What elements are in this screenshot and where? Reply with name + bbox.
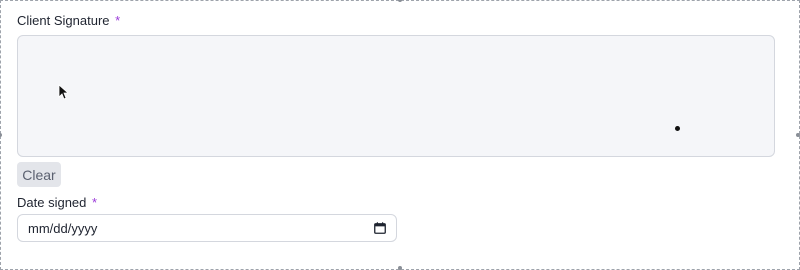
date-signed-input[interactable]: mm/dd/yyyy bbox=[17, 214, 397, 242]
signature-label: Client Signature * bbox=[17, 13, 120, 29]
signature-pad[interactable] bbox=[17, 35, 775, 157]
signature-ink-dot bbox=[675, 126, 680, 131]
resize-handle-left[interactable] bbox=[0, 133, 2, 137]
date-required-mark: * bbox=[92, 195, 98, 210]
cursor-arrow-icon bbox=[58, 84, 68, 100]
resize-handle-bottom[interactable] bbox=[398, 266, 402, 270]
signature-required-mark: * bbox=[115, 13, 121, 28]
clear-signature-button[interactable]: Clear bbox=[17, 162, 61, 187]
date-signed-label-text: Date signed bbox=[17, 195, 87, 210]
signature-label-text: Client Signature bbox=[17, 13, 110, 28]
date-value: mm/dd/yyyy bbox=[28, 221, 98, 236]
calendar-icon[interactable] bbox=[374, 222, 386, 234]
resize-handle-right[interactable] bbox=[796, 133, 800, 137]
resize-handle-top[interactable] bbox=[398, 0, 402, 2]
date-signed-label: Date signed * bbox=[17, 195, 97, 211]
